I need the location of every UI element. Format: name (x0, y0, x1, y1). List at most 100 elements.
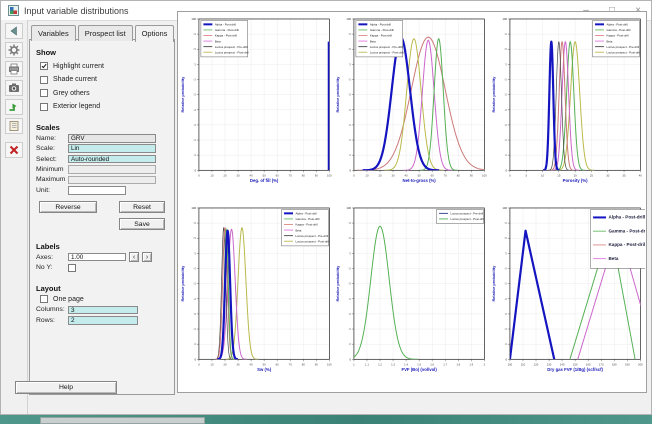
notebook-icon[interactable] (5, 118, 23, 134)
taskbar-item[interactable] (40, 417, 205, 424)
checkbox-label: Highlight current (53, 63, 104, 70)
checkbox-box[interactable] (40, 89, 48, 97)
gear-icon[interactable] (5, 42, 23, 58)
svg-text:170: 170 (599, 362, 604, 366)
svg-text:Beta: Beta (608, 256, 618, 261)
svg-text:2: 2 (484, 362, 486, 366)
apply-green-arrow-icon[interactable] (5, 99, 23, 115)
checkbox-grey-others[interactable]: Grey others (40, 89, 174, 98)
rows-input[interactable]: 2 (68, 316, 138, 325)
svg-text:100: 100 (327, 362, 332, 366)
svg-text:50: 50 (418, 173, 422, 177)
svg-text:100: 100 (191, 17, 196, 21)
camera-icon[interactable] (5, 80, 23, 96)
svg-text:5: 5 (525, 173, 527, 177)
back-arrow-icon[interactable] (5, 23, 23, 39)
field-columns: Columns: 3 (36, 306, 174, 315)
svg-text:Alpha - Post-drill: Alpha - Post-drill (215, 23, 236, 27)
tab-options[interactable]: Options (135, 25, 175, 42)
checkbox-highlight-current[interactable]: Highlight current (40, 62, 174, 71)
svg-text:180: 180 (612, 362, 617, 366)
save-button[interactable]: Save (119, 218, 165, 230)
svg-text:0: 0 (509, 173, 511, 177)
field-label: Name: (36, 135, 68, 142)
svg-text:40: 40 (638, 173, 642, 177)
printer-icon[interactable] (5, 61, 23, 77)
checkbox-label: Exterior legend (53, 103, 100, 110)
field-label: Scale: (36, 145, 68, 152)
tab-prospect-list[interactable]: Prospect list (78, 25, 133, 41)
svg-text:Dry gas FVF (1/Bg) (scf/scf): Dry gas FVF (1/Bg) (scf/scf) (547, 367, 603, 372)
plot-deg-of-fill: 0102030405060708090100010203040506070809… (179, 13, 334, 202)
select-input[interactable]: Auto-rounded (68, 155, 156, 164)
checkbox-one-page[interactable]: One page (40, 295, 174, 304)
svg-text:Lucius prospect - Pre-drill: Lucius prospect - Pre-drill (606, 45, 639, 49)
svg-text:20: 20 (379, 173, 383, 177)
svg-text:80: 80 (504, 49, 507, 51)
no-y-checkbox[interactable] (68, 264, 76, 272)
svg-text:70: 70 (349, 254, 352, 256)
checkbox-exterior-legend[interactable]: Exterior legend (40, 102, 174, 111)
checkbox-box[interactable] (40, 103, 48, 111)
name-input[interactable]: GRV (68, 134, 156, 143)
svg-text:100: 100 (327, 173, 332, 177)
svg-text:190: 190 (625, 362, 630, 366)
svg-text:Beta: Beta (606, 39, 612, 43)
plot-porosity: 05101520253035400102030405060708090100Al… (490, 13, 645, 202)
minimum-input[interactable] (68, 165, 156, 174)
svg-text:100: 100 (482, 173, 487, 177)
axes-spin-up[interactable]: › (142, 252, 152, 262)
svg-text:Relative probability: Relative probability (491, 265, 496, 302)
checkbox-box[interactable] (40, 295, 48, 303)
help-button[interactable]: Help (15, 381, 117, 394)
svg-text:1: 1 (353, 362, 355, 366)
svg-text:90: 90 (470, 173, 474, 177)
reverse-button[interactable]: Reverse (39, 201, 97, 213)
svg-text:70: 70 (444, 173, 448, 177)
svg-text:20: 20 (223, 362, 227, 366)
svg-text:40: 40 (349, 299, 352, 301)
svg-text:70: 70 (504, 64, 507, 66)
svg-text:80: 80 (457, 173, 461, 177)
axes-input[interactable]: 1.00 (68, 253, 126, 262)
svg-text:100: 100 (347, 17, 352, 21)
svg-text:Alpha - Post-drill: Alpha - Post-drill (608, 215, 645, 220)
field-name: Name: GRV (36, 134, 174, 143)
svg-text:1.4: 1.4 (404, 362, 408, 366)
svg-text:10: 10 (504, 155, 507, 157)
field-axes: Axes: 1.00 ‹ › (36, 253, 174, 262)
delete-red-x-icon[interactable] (5, 142, 23, 158)
checkbox-shade-current[interactable]: Shade current (40, 75, 174, 84)
columns-input[interactable]: 3 (68, 306, 138, 315)
tab-variables[interactable]: Variables (31, 25, 76, 41)
show-section-title: Show (36, 48, 174, 57)
svg-text:Kappa - Post-drill: Kappa - Post-drill (606, 34, 628, 38)
svg-text:60: 60 (276, 362, 280, 366)
svg-text:100: 100 (347, 206, 352, 210)
maximum-input[interactable] (68, 176, 156, 185)
svg-text:10: 10 (541, 173, 545, 177)
svg-text:70: 70 (194, 64, 197, 66)
svg-text:80: 80 (504, 238, 507, 240)
svg-text:40: 40 (194, 299, 197, 301)
svg-text:0: 0 (350, 357, 352, 361)
svg-text:20: 20 (504, 140, 507, 142)
svg-text:60: 60 (194, 80, 197, 82)
svg-text:60: 60 (276, 173, 280, 177)
scale-input[interactable]: Lin (68, 144, 156, 153)
svg-text:110: 110 (520, 362, 525, 366)
options-pane: Show Highlight current Shade current Gre… (29, 39, 175, 395)
svg-text:100: 100 (191, 206, 196, 210)
svg-text:80: 80 (302, 173, 306, 177)
svg-text:60: 60 (194, 269, 197, 271)
axes-spin-down[interactable]: ‹ (129, 252, 139, 262)
svg-text:120: 120 (533, 362, 538, 366)
checkbox-label: Grey others (53, 90, 90, 97)
reset-button[interactable]: Reset (119, 201, 165, 213)
svg-text:Beta: Beta (215, 39, 221, 43)
checkbox-box[interactable] (40, 62, 48, 70)
svg-text:Alpha - Post-drill: Alpha - Post-drill (606, 23, 627, 27)
svg-text:Sw (%): Sw (%) (257, 367, 272, 372)
unit-input[interactable] (68, 186, 126, 195)
checkbox-box[interactable] (40, 76, 48, 84)
